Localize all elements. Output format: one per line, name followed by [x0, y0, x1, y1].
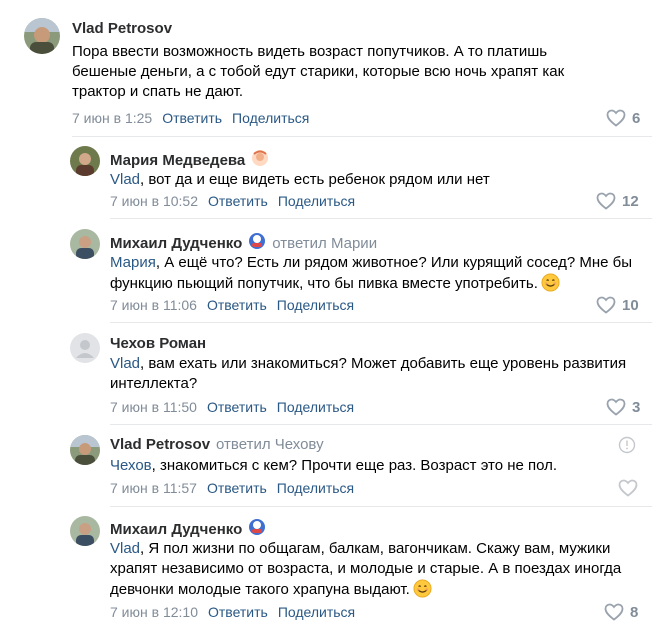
comment-time[interactable]: 7 июн в 11:50 — [110, 399, 197, 415]
comment-author[interactable]: Vlad Petrosov ответил Чехову — [110, 436, 324, 453]
avatar-badge-icon — [251, 149, 269, 171]
comment-time[interactable]: 7 июн в 12:10 — [110, 604, 198, 620]
comment-time[interactable]: 7 июн в 11:57 — [110, 480, 197, 496]
like-count: 10 — [622, 296, 639, 314]
share-button[interactable]: Поделиться — [277, 480, 354, 496]
reply-button[interactable]: Ответить — [208, 604, 268, 620]
mention-link[interactable]: Vlad — [110, 171, 140, 188]
smiling-face-emoji — [541, 273, 560, 298]
avatar-badge-icon — [248, 232, 266, 254]
like-button[interactable]: 8 — [604, 603, 638, 621]
replied-to[interactable]: ответил Чехову — [216, 436, 324, 453]
reply-button[interactable]: Ответить — [208, 193, 268, 209]
like-count: 6 — [632, 109, 641, 127]
reply-button[interactable]: Ответить — [207, 297, 267, 313]
share-button[interactable]: Поделиться — [277, 399, 354, 415]
like-count: 8 — [630, 603, 639, 621]
avatar-badge-icon — [248, 518, 266, 540]
comment-author[interactable]: Vlad Petrosov — [72, 20, 172, 37]
avatar[interactable] — [70, 435, 100, 465]
like-count: 3 — [632, 398, 641, 416]
divider — [72, 136, 652, 137]
share-button[interactable]: Поделиться — [278, 193, 355, 209]
smiling-face-emoji — [413, 579, 432, 604]
avatar[interactable] — [70, 229, 100, 259]
avatar[interactable] — [70, 146, 100, 176]
comment-meta: 7 июн в 12:10 Ответить Поделиться — [110, 604, 355, 620]
reply-button[interactable]: Ответить — [207, 480, 267, 496]
comment-author[interactable]: Михаил Дудченко — [110, 518, 266, 540]
divider — [110, 218, 652, 219]
like-button[interactable]: 10 — [596, 296, 639, 314]
like-count: 12 — [622, 192, 639, 210]
comment-meta: 7 июн в 10:52 Ответить Поделиться — [110, 193, 355, 209]
mention-link[interactable]: Чехов — [110, 457, 152, 474]
avatar[interactable] — [24, 18, 60, 54]
heart-outline-icon — [604, 603, 624, 621]
comment-text: Мария, А ещё что? Есть ли рядом животное… — [110, 253, 640, 298]
comment-meta: 7 июн в 11:57 Ответить Поделиться — [110, 480, 354, 496]
mention-link[interactable]: Vlad — [110, 540, 140, 557]
divider — [110, 506, 652, 507]
comment-time[interactable]: 7 июн в 11:06 — [110, 297, 197, 313]
comment-meta: 7 июн в 11:50 Ответить Поделиться — [110, 399, 354, 415]
heart-outline-icon — [606, 109, 626, 127]
comment-time[interactable]: 7 июн в 1:25 — [72, 110, 152, 126]
comment-author[interactable]: Михаил Дудченко ответил Марии — [110, 232, 377, 254]
comment-meta: 7 июн в 1:25 Ответить Поделиться — [72, 110, 309, 126]
mention-link[interactable]: Vlad — [110, 355, 140, 372]
comment-text: Чехов, знакомиться с кем? Прочти еще раз… — [110, 457, 558, 474]
heart-outline-icon — [606, 398, 626, 416]
comment-author[interactable]: Чехов Роман — [110, 335, 206, 352]
comment-text: Vlad, вот да и еще видеть есть ребенок р… — [110, 171, 490, 188]
share-button[interactable]: Поделиться — [232, 110, 309, 126]
divider — [110, 424, 652, 425]
like-button[interactable]: 6 — [606, 109, 640, 127]
divider — [110, 322, 652, 323]
share-button[interactable]: Поделиться — [277, 297, 354, 313]
reply-button[interactable]: Ответить — [162, 110, 222, 126]
heart-outline-icon — [596, 296, 616, 314]
comment-text: Vlad, вам ехать или знакомиться? Может д… — [110, 355, 627, 392]
like-button[interactable]: 3 — [606, 398, 640, 416]
reply-button[interactable]: Ответить — [207, 399, 267, 415]
avatar[interactable] — [70, 333, 100, 363]
comment-text: Vlad, Я пол жизни по общагам, балкам, ва… — [110, 539, 640, 604]
comment-text: Пора ввести возможность видеть возраст п… — [72, 43, 565, 100]
comment-time[interactable]: 7 июн в 10:52 — [110, 193, 198, 209]
comment-meta: 7 июн в 11:06 Ответить Поделиться — [110, 297, 354, 313]
comment-author[interactable]: Мария Медведева — [110, 149, 269, 171]
heart-outline-icon — [618, 479, 638, 497]
mention-link[interactable]: Мария — [110, 254, 156, 271]
avatar[interactable] — [70, 516, 100, 546]
like-button[interactable]: 12 — [596, 192, 639, 210]
replied-to[interactable]: ответил Марии — [272, 235, 377, 252]
share-button[interactable]: Поделиться — [278, 604, 355, 620]
heart-outline-icon — [596, 192, 616, 210]
like-button[interactable] — [618, 479, 644, 497]
